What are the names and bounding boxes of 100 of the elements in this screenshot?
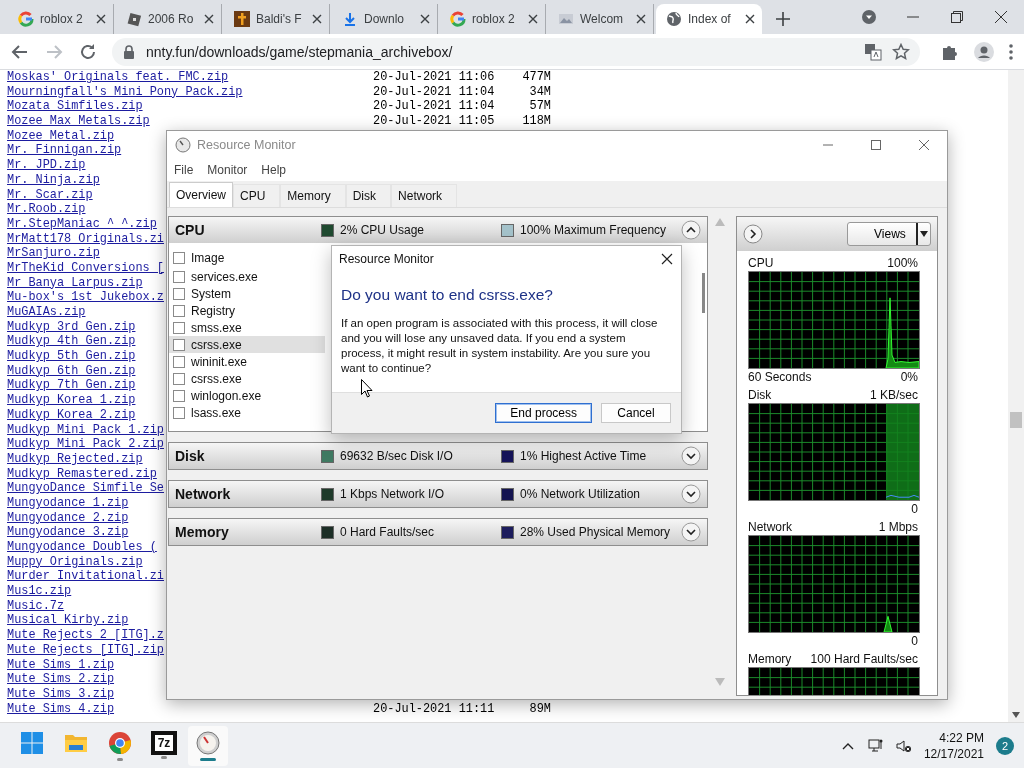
checkbox[interactable] bbox=[173, 304, 185, 317]
close-icon[interactable] bbox=[661, 253, 673, 265]
process-row[interactable]: winlogon.exe bbox=[169, 387, 325, 404]
browser-tab[interactable]: Index of bbox=[656, 4, 762, 34]
close-icon[interactable] bbox=[636, 14, 646, 24]
browser-tab[interactable]: Baldi's F bbox=[224, 4, 330, 34]
checkbox[interactable] bbox=[173, 252, 185, 264]
file-link[interactable]: Mudkyp 7th Gen.zip bbox=[7, 378, 136, 394]
profile-icon[interactable] bbox=[974, 41, 994, 62]
file-link[interactable]: MrTheKid Conversions [ bbox=[7, 260, 164, 276]
file-link[interactable]: MungyoDance Simfile Se bbox=[7, 481, 164, 496]
down-arrow-icon[interactable] bbox=[1012, 712, 1020, 718]
expand-button[interactable] bbox=[681, 484, 701, 504]
section-header[interactable]: Memory 0 Hard Faults/sec 28% Used Physical Memory bbox=[169, 519, 707, 545]
menu-item[interactable]: File bbox=[174, 163, 194, 177]
views-button[interactable]: Views bbox=[847, 222, 931, 246]
close-icon[interactable] bbox=[528, 14, 538, 24]
file-link[interactable]: Mozee Max Metals.zip bbox=[7, 114, 150, 129]
file-link[interactable]: Mozata Simfiles.zip bbox=[7, 99, 143, 115]
restore-icon[interactable] bbox=[950, 10, 964, 24]
section-header[interactable]: CPU 2% CPU Usage 100% Maximum Frequency bbox=[169, 217, 707, 243]
tab[interactable]: Network bbox=[391, 184, 458, 207]
browser-tab[interactable]: Welcom bbox=[548, 4, 654, 34]
dialog-button[interactable]: Cancel bbox=[601, 403, 671, 423]
process-row[interactable]: wininit.exe bbox=[169, 353, 325, 370]
menu-item[interactable]: Monitor bbox=[207, 163, 248, 177]
clock-time[interactable]: 4:22 PM bbox=[939, 729, 984, 746]
maximize-icon[interactable] bbox=[869, 138, 883, 152]
browser-tab[interactable]: roblox 2 bbox=[440, 4, 546, 34]
file-link[interactable]: Mudkyp 6th Gen.zip bbox=[7, 363, 136, 379]
close-icon[interactable] bbox=[96, 14, 106, 24]
process-row[interactable]: csrss.exe bbox=[169, 370, 325, 387]
file-link[interactable]: Mudkyp 4th Gen.zip bbox=[7, 334, 136, 350]
file-link[interactable]: Mute Sims 3.zip bbox=[7, 686, 115, 702]
file-link[interactable]: Mudkyp Korea 2.zip bbox=[7, 407, 136, 423]
file-link[interactable]: Mungyodance Doubles ( bbox=[7, 540, 157, 555]
file-link[interactable]: Mudkyp Mini Pack 2.zip bbox=[7, 437, 164, 452]
file-link[interactable]: Mus1c.zip bbox=[7, 584, 72, 599]
checkbox[interactable] bbox=[173, 389, 185, 402]
translate-icon[interactable] bbox=[864, 42, 882, 61]
network-icon[interactable] bbox=[867, 737, 884, 754]
file-link[interactable]: Mute Rejects 2 [ITG].z bbox=[7, 628, 164, 643]
expand-pane-button[interactable] bbox=[743, 224, 763, 244]
file-link[interactable]: Mungyodance 1.zip bbox=[7, 495, 129, 511]
file-link[interactable]: Mudkyp Remastered.zip bbox=[7, 466, 157, 482]
file-link[interactable]: Mr. Finnigan.zip bbox=[7, 143, 122, 159]
file-link[interactable]: Mute Rejects [ITG].zip bbox=[7, 642, 164, 658]
file-link[interactable]: Mr_Banya_Larpus.zip bbox=[7, 275, 143, 291]
taskbar-app-button[interactable] bbox=[188, 725, 228, 766]
file-link[interactable]: Murder Invitational.zi bbox=[7, 569, 164, 585]
checkbox[interactable] bbox=[173, 287, 185, 300]
tab[interactable]: Disk bbox=[345, 184, 392, 207]
close-icon[interactable] bbox=[204, 14, 214, 24]
menu-icon[interactable] bbox=[1008, 41, 1014, 62]
file-link[interactable]: Mute Sims 1.zip bbox=[7, 657, 115, 673]
close-icon[interactable] bbox=[994, 10, 1008, 24]
checkbox[interactable] bbox=[173, 372, 185, 385]
checkbox[interactable] bbox=[173, 321, 185, 334]
section-header[interactable]: Disk 69632 B/sec Disk I/O 1% Highest Active Time bbox=[169, 443, 707, 469]
file-link[interactable]: Mute Sims 2.zip bbox=[7, 672, 115, 687]
process-row[interactable]: lsass.exe bbox=[169, 404, 325, 421]
file-link[interactable]: Mute Sims 4.zip bbox=[7, 701, 115, 717]
file-link[interactable]: Mudkyp Mini Pack 1.zip bbox=[7, 422, 164, 438]
checkbox[interactable] bbox=[173, 270, 185, 283]
file-link[interactable]: Mr. JPD.zip bbox=[7, 158, 86, 173]
file-link[interactable]: Mr.StepManiac ^_^.zip bbox=[7, 216, 157, 232]
scrollbar[interactable] bbox=[1008, 70, 1024, 722]
file-link[interactable]: Mudkyp 3rd Gen.zip bbox=[7, 319, 136, 335]
browser-tab[interactable]: roblox 2 bbox=[8, 4, 114, 34]
process-row[interactable]: services.exe bbox=[169, 268, 325, 285]
dropdown-icon[interactable] bbox=[862, 10, 876, 24]
file-link[interactable]: Moskas' Originals feat. FMC.zip bbox=[7, 70, 229, 85]
expand-button[interactable] bbox=[681, 522, 701, 542]
section-header[interactable]: Network 1 Kbps Network I/O 0% Network Utilization bbox=[169, 481, 707, 507]
file-link[interactable]: Mudkyp Korea 1.zip bbox=[7, 393, 136, 408]
close-icon[interactable] bbox=[745, 14, 755, 24]
file-link[interactable]: Mungyodance 2.zip bbox=[7, 510, 129, 526]
checkbox[interactable] bbox=[173, 338, 185, 351]
file-link[interactable]: Muppy Originals.zip bbox=[7, 554, 143, 570]
muted-speaker-icon[interactable] bbox=[895, 737, 912, 754]
expand-button[interactable] bbox=[681, 446, 701, 466]
checkbox[interactable] bbox=[173, 406, 185, 419]
file-link[interactable]: Mr.Roob.zip bbox=[7, 202, 86, 217]
file-link[interactable]: Mozee Metal.zip bbox=[7, 128, 115, 144]
file-link[interactable]: Mu-box's 1st Jukebox.z bbox=[7, 290, 164, 305]
close-icon[interactable] bbox=[420, 14, 430, 24]
dialog-button[interactable]: End process bbox=[495, 403, 592, 423]
file-link[interactable]: MrSanjuro.zip bbox=[7, 246, 100, 261]
file-link[interactable]: Musical Kirby.zip bbox=[7, 613, 129, 629]
file-link[interactable]: Music.7z bbox=[7, 598, 65, 614]
close-icon[interactable] bbox=[312, 14, 322, 24]
tab[interactable]: CPU bbox=[233, 184, 281, 207]
process-row[interactable]: System bbox=[169, 285, 325, 302]
scroll-thumb[interactable] bbox=[1010, 412, 1022, 428]
file-link[interactable]: Mr. Ninja.zip bbox=[7, 172, 100, 188]
process-row[interactable]: smss.exe bbox=[169, 319, 325, 336]
collapse-button[interactable] bbox=[681, 220, 701, 240]
notification-badge[interactable]: 2 bbox=[996, 736, 1014, 755]
file-link[interactable]: MuGAIAs.zip bbox=[7, 305, 86, 320]
browser-tab[interactable]: Downlo bbox=[332, 4, 438, 34]
